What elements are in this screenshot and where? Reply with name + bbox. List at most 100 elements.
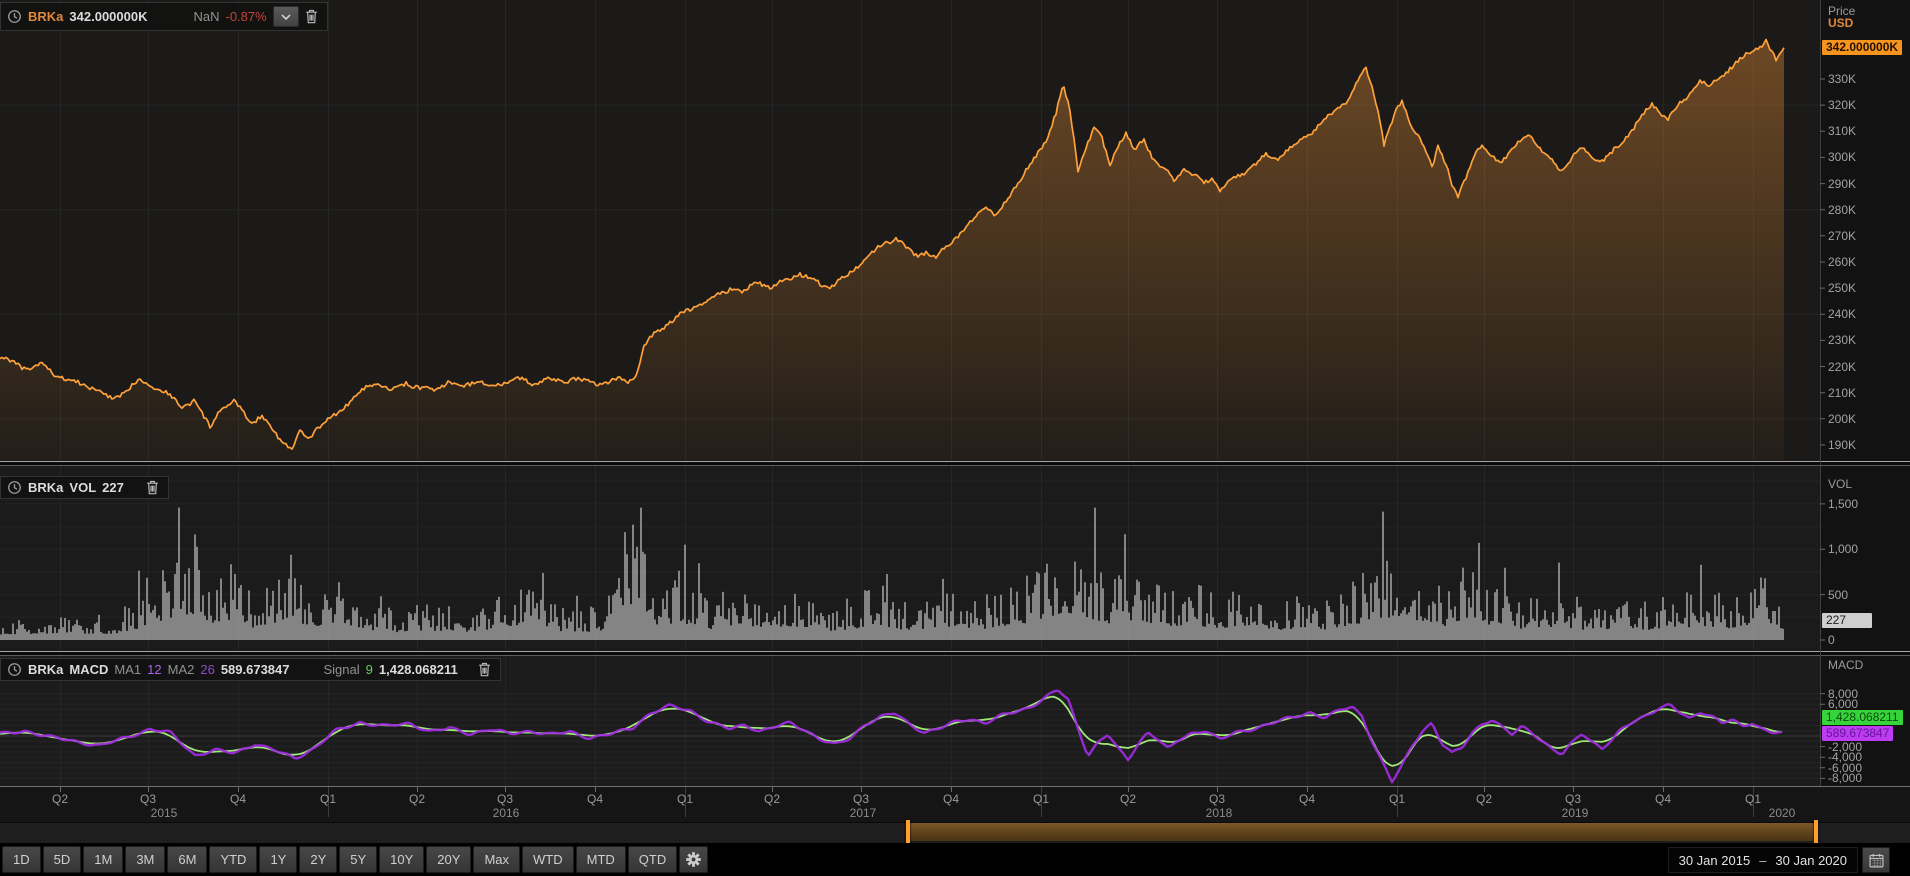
xaxis-quarter-label: Q3: [1208, 792, 1225, 806]
xaxis-quarter-label: Q4: [1654, 792, 1671, 806]
timeframe-button-20y[interactable]: 20Y: [426, 846, 472, 873]
timeframe-button-mtd[interactable]: MTD: [575, 846, 626, 873]
xaxis-quarter-label: Q3: [1564, 792, 1581, 806]
ma2-period: 26: [200, 662, 215, 677]
trash-icon[interactable]: [478, 662, 491, 677]
price-axis-label: 280K: [1828, 202, 1857, 217]
xaxis-quarter-label: Q3: [139, 792, 156, 806]
last-price-value: 342.000000K: [69, 9, 148, 24]
timeframe-button-qtd[interactable]: QTD: [627, 846, 678, 873]
timeframe-buttons: 1D 5D 1M 3M 6M YTD 1Y 2Y 5Y 10Y 20Y Max WTD MTD QTD: [0, 846, 678, 873]
price-axis-label: 190K: [1828, 437, 1857, 452]
date-separator: –: [1759, 852, 1767, 868]
xaxis-year-label: 2018: [1205, 806, 1233, 820]
volume-axis-label: 0: [1828, 633, 1835, 647]
macd-value-badge: 589.673847: [1822, 726, 1894, 741]
macd-value: 589.673847: [220, 662, 290, 677]
symbol-label: BRKa: [28, 662, 64, 677]
timeframe-button-3m[interactable]: 3M: [125, 846, 166, 873]
start-date[interactable]: 30 Jan 2015: [1679, 853, 1751, 868]
last-price-badge: 342.000000K: [1822, 40, 1903, 55]
timeframe-button-2y[interactable]: 2Y: [299, 846, 338, 873]
xaxis-quarter-label: Q3: [496, 792, 513, 806]
chart-application: BRKa 342.000000K NaN -0.87% BRKa VOL 227…: [0, 0, 1910, 876]
signal-value-badge: 1,428.068211: [1822, 710, 1903, 725]
signal-label: Signal: [323, 662, 360, 677]
price-axis-currency: USD: [1828, 16, 1854, 30]
xaxis-year-label: 2019: [1561, 806, 1589, 820]
clock-icon[interactable]: [7, 480, 22, 495]
macd-axis-title: MACD: [1828, 658, 1864, 672]
ma1-period: 12: [147, 662, 162, 677]
timeframe-button-ytd[interactable]: YTD: [209, 846, 258, 873]
timeframe-button-1d[interactable]: 1D: [2, 846, 41, 873]
xaxis-quarter-label: Q1: [676, 792, 693, 806]
price-axis-label: 290K: [1828, 176, 1857, 191]
trash-icon[interactable]: [146, 480, 159, 495]
xaxis-quarter-label: Q1: [1388, 792, 1405, 806]
range-slider-bar[interactable]: [908, 823, 1816, 841]
xaxis-quarter-label: Q1: [1032, 792, 1049, 806]
xaxis-year-label: 2020: [1768, 806, 1796, 820]
price-axis-label: 200K: [1828, 411, 1857, 426]
volume-value: 227: [102, 480, 124, 495]
xaxis-quarter-label: Q4: [586, 792, 603, 806]
xaxis-quarter-label: Q2: [408, 792, 425, 806]
volume-axis-label: 500: [1828, 587, 1849, 602]
timeframe-toolbar: 1D 5D 1M 3M 6M YTD 1Y 2Y 5Y 10Y 20Y Max WTD MTD QTD: [0, 843, 1910, 876]
xaxis-year-label: 2016: [492, 806, 520, 820]
xaxis-quarter-label: Q1: [1744, 792, 1761, 806]
xaxis-year-label: 2015: [150, 806, 178, 820]
indicator-label: MACD: [69, 662, 109, 677]
last-volume-badge: 227: [1822, 613, 1872, 628]
price-axis-label: 230K: [1828, 333, 1857, 348]
timeframe-button-5d[interactable]: 5D: [42, 846, 82, 873]
chart-canvas: [0, 0, 1910, 822]
price-axis-label: 300K: [1828, 150, 1857, 165]
price-axis-label: 320K: [1828, 98, 1857, 113]
change-percent: -0.87%: [225, 9, 267, 24]
xaxis-quarter-label: Q1: [319, 792, 336, 806]
price-axis-label: 250K: [1828, 281, 1857, 296]
xaxis-quarter-label: Q2: [1475, 792, 1492, 806]
volume-axis-label: 1,000: [1828, 542, 1859, 557]
volume-legend: BRKa VOL 227: [0, 476, 169, 499]
price-axis-label: 310K: [1828, 124, 1857, 139]
timeframe-button-1y[interactable]: 1Y: [259, 846, 298, 873]
timeframe-button-1m[interactable]: 1M: [83, 846, 124, 873]
timeframe-button-10y[interactable]: 10Y: [379, 846, 425, 873]
timeframe-button-6m[interactable]: 6M: [167, 846, 208, 873]
symbol-label: BRKa: [28, 480, 64, 495]
price-legend: BRKa 342.000000K NaN -0.87%: [0, 2, 328, 31]
signal-period: 9: [365, 662, 373, 677]
signal-value: 1,428.068211: [378, 662, 458, 677]
settings-gear-button[interactable]: [679, 846, 709, 873]
calendar-button[interactable]: [1862, 847, 1890, 873]
range-slider-left-handle[interactable]: [906, 820, 910, 844]
clock-icon[interactable]: [7, 662, 22, 677]
date-range-field[interactable]: 30 Jan 2015 – 30 Jan 2020: [1667, 847, 1858, 873]
price-axis-label: 260K: [1828, 254, 1857, 269]
xaxis-quarter-label: Q2: [1119, 792, 1136, 806]
change-value: NaN: [193, 9, 220, 24]
end-date[interactable]: 30 Jan 2020: [1775, 853, 1847, 868]
range-slider-right-handle[interactable]: [1814, 820, 1818, 844]
price-axis-label: 210K: [1828, 385, 1857, 400]
volume-axis-title: VOL: [1828, 477, 1853, 491]
timeframe-button-wtd[interactable]: WTD: [522, 846, 574, 873]
xaxis-quarter-label: Q3: [852, 792, 869, 806]
timeframe-button-max[interactable]: Max: [473, 846, 520, 873]
macd-axis-label: -8,000: [1828, 771, 1863, 786]
macd-legend: BRKa MACD MA1 12 MA2 26 589.673847 Signa…: [0, 658, 501, 681]
indicator-label: VOL: [69, 480, 97, 495]
xaxis-quarter-label: Q2: [51, 792, 68, 806]
price-axis-label: 270K: [1828, 228, 1857, 243]
symbol-label: BRKa: [28, 9, 64, 24]
volume-axis-label: 1,500: [1828, 496, 1859, 511]
ma2-label: MA2: [167, 662, 195, 677]
chevron-down-icon[interactable]: [272, 6, 299, 27]
price-axis-label: 220K: [1828, 359, 1857, 374]
timeframe-button-5y[interactable]: 5Y: [339, 846, 378, 873]
trash-icon[interactable]: [305, 9, 318, 24]
clock-icon[interactable]: [7, 9, 22, 24]
